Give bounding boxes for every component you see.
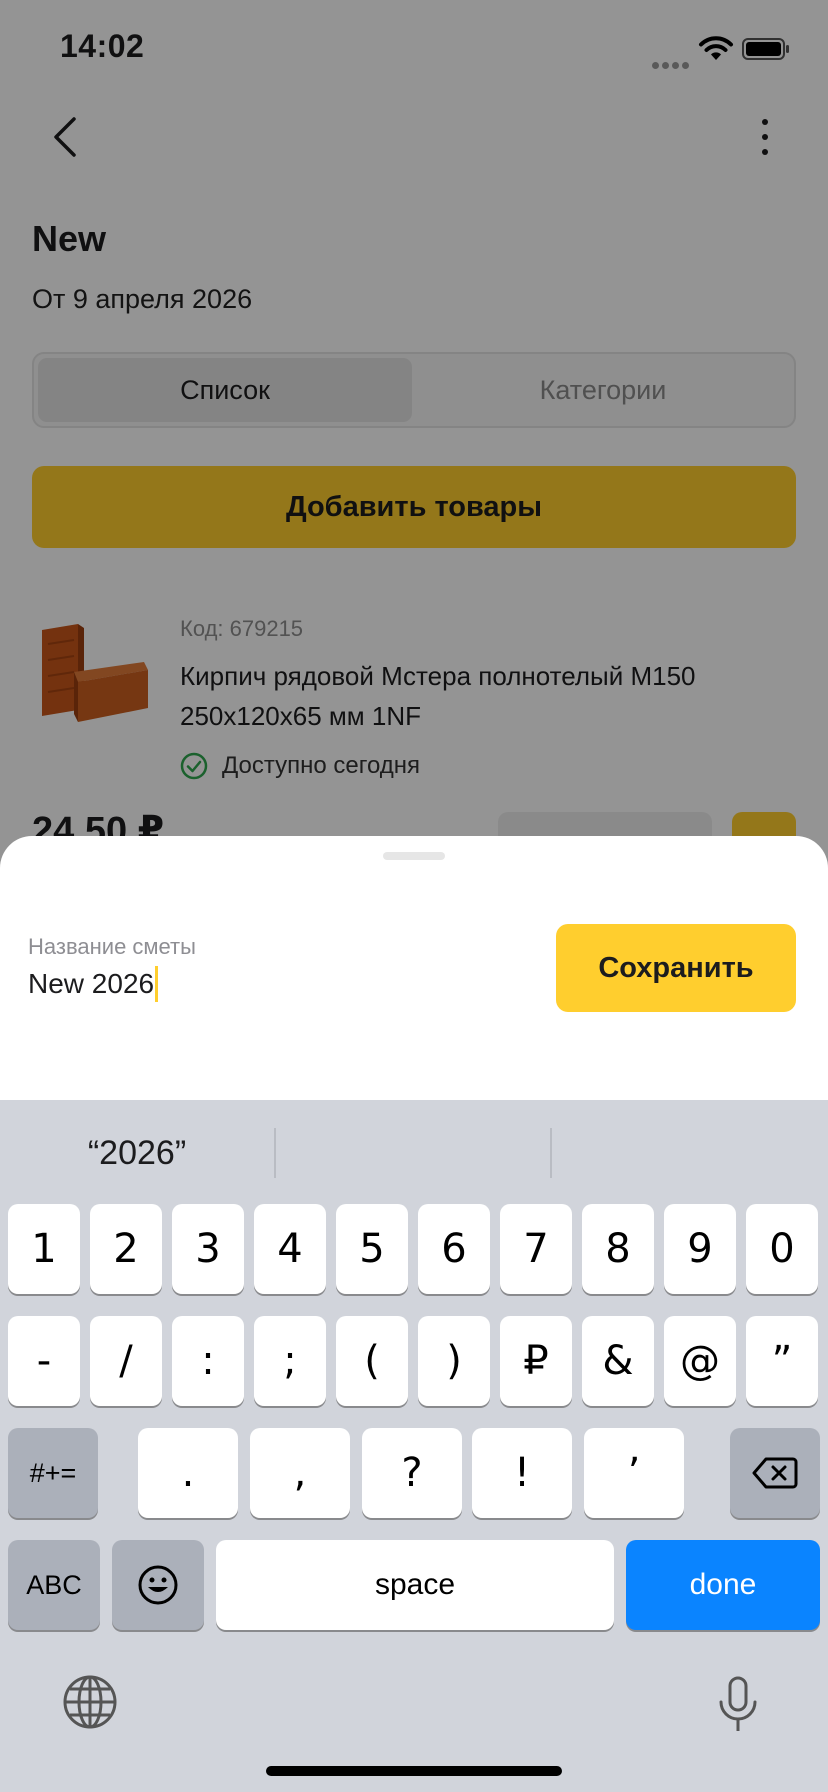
key-quote[interactable]: ” [746, 1316, 818, 1406]
key-9[interactable]: 9 [664, 1204, 736, 1294]
done-key[interactable]: done [626, 1540, 820, 1630]
save-button[interactable]: Сохранить [556, 924, 796, 1012]
key-ruble[interactable]: ₽ [500, 1316, 572, 1406]
text-caret [155, 966, 159, 1002]
key-hyphen[interactable]: - [8, 1316, 80, 1406]
key-7[interactable]: 7 [500, 1204, 572, 1294]
emoji-key[interactable] [112, 1540, 204, 1630]
sheet-grabber[interactable] [383, 852, 445, 860]
estimate-name-input[interactable]: New 2026 [28, 966, 159, 1002]
suggestion-bar: “2026” [0, 1122, 828, 1184]
key-5[interactable]: 5 [336, 1204, 408, 1294]
estimate-name-label: Название сметы [28, 934, 196, 959]
microphone-icon[interactable] [716, 1676, 760, 1734]
key-slash[interactable]: / [90, 1316, 162, 1406]
key-exclamation[interactable]: ! [472, 1428, 572, 1518]
globe-icon[interactable] [62, 1674, 118, 1730]
rename-estimate-sheet: Название сметы New 2026 Сохранить [0, 836, 828, 1100]
key-3[interactable]: 3 [172, 1204, 244, 1294]
key-8[interactable]: 8 [582, 1204, 654, 1294]
suggestion-3[interactable] [552, 1122, 828, 1184]
key-6[interactable]: 6 [418, 1204, 490, 1294]
key-1[interactable]: 1 [8, 1204, 80, 1294]
keyboard: “2026” 1 2 3 4 5 6 7 8 9 0 - / : ; ( ) ₽… [0, 1100, 828, 1792]
space-key[interactable]: space [216, 1540, 614, 1630]
key-4[interactable]: 4 [254, 1204, 326, 1294]
suggestion-1[interactable]: “2026” [0, 1122, 274, 1184]
delete-key[interactable] [730, 1428, 820, 1518]
key-close-paren[interactable]: ) [418, 1316, 490, 1406]
suggestion-2[interactable] [276, 1122, 550, 1184]
key-question[interactable]: ? [362, 1428, 462, 1518]
key-semicolon[interactable]: ; [254, 1316, 326, 1406]
key-colon[interactable]: : [172, 1316, 244, 1406]
home-indicator[interactable] [266, 1766, 562, 1776]
estimate-name-value: New 2026 [28, 968, 155, 999]
key-comma[interactable]: , [250, 1428, 350, 1518]
key-apostrophe[interactable]: ’ [584, 1428, 684, 1518]
key-open-paren[interactable]: ( [336, 1316, 408, 1406]
key-0[interactable]: 0 [746, 1204, 818, 1294]
key-at[interactable]: @ [664, 1316, 736, 1406]
key-ampersand[interactable]: & [582, 1316, 654, 1406]
emoji-icon [138, 1565, 178, 1605]
key-symbols[interactable]: #+= [8, 1428, 98, 1518]
key-2[interactable]: 2 [90, 1204, 162, 1294]
backspace-icon [752, 1457, 798, 1489]
key-abc[interactable]: ABC [8, 1540, 100, 1630]
key-period[interactable]: . [138, 1428, 238, 1518]
